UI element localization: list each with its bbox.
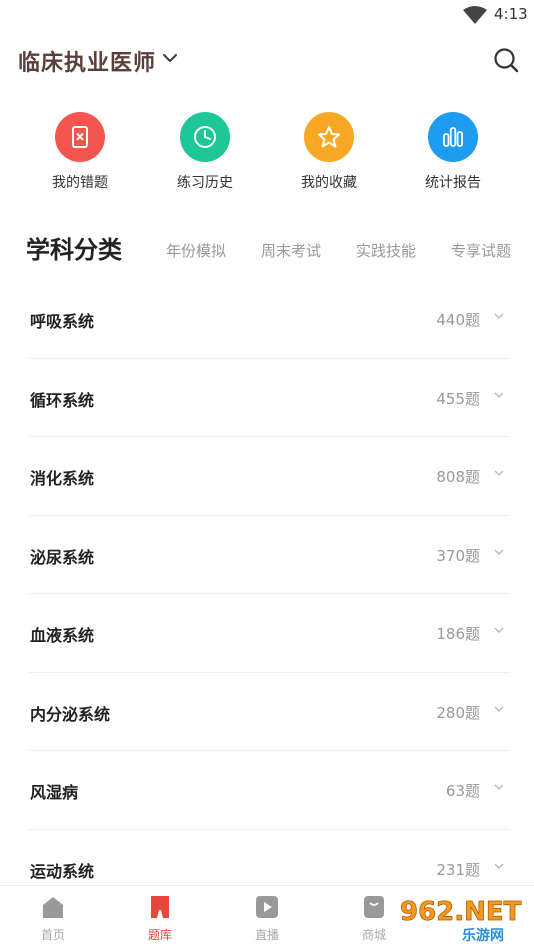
status-bar: 4:13 (0, 0, 534, 30)
shortcut-statistics[interactable]: 统计报告 (398, 112, 508, 198)
live-icon (256, 896, 278, 918)
question-count: 231题 (436, 860, 480, 879)
subject-name: 消化系统 (30, 469, 95, 488)
list-item[interactable]: 内分泌系统 280题 (28, 673, 510, 751)
tabbar-home[interactable]: 首页 (23, 894, 83, 943)
question-count: 280题 (436, 703, 480, 722)
question-count: 186题 (436, 625, 480, 643)
list-item[interactable]: 血液系统 186题 (28, 594, 510, 673)
exam-type-title[interactable]: 临床执业医师 (18, 45, 156, 77)
chevron-down-icon (494, 313, 504, 319)
shortcut-row: 我的错题 练习历史 我的收藏 统计报告 (0, 112, 534, 202)
question-count: 455题 (436, 389, 480, 408)
shop-icon (364, 896, 384, 918)
tabbar-live[interactable]: 直播 (237, 894, 297, 943)
shortcut-label: 我的收藏 (301, 175, 357, 191)
tab-practical-skills[interactable]: 实践技能 (356, 240, 416, 261)
chevron-down-icon (494, 470, 504, 476)
shortcut-favorites[interactable]: 我的收藏 (274, 112, 384, 198)
shortcut-label: 练习历史 (177, 175, 233, 191)
question-count: 440题 (436, 311, 480, 329)
list-item[interactable]: 消化系统 808题 (28, 437, 510, 516)
question-count: 370题 (436, 546, 480, 565)
site-watermark: 962.NET 乐游网 (396, 892, 530, 944)
shortcut-label: 我的错题 (52, 175, 108, 191)
status-time: 4:13 (494, 5, 528, 23)
list-item[interactable]: 风湿病 63题 (28, 751, 510, 830)
subject-name: 泌尿系统 (30, 547, 95, 567)
tabbar-label: 直播 (254, 928, 279, 942)
tabbar-label: 商城 (361, 928, 386, 942)
tabbar-shop[interactable]: 商城 (344, 894, 404, 943)
header: 临床执业医师 (0, 34, 534, 84)
subject-name: 运动系统 (30, 861, 95, 881)
tabbar-label: 题库 (147, 928, 172, 942)
chevron-down-icon (494, 863, 504, 869)
subject-name: 循环系统 (30, 390, 95, 410)
list-item[interactable]: 循环系统 455题 (28, 359, 510, 437)
wrong-questions-icon (55, 112, 105, 162)
subject-name: 内分泌系统 (30, 704, 111, 724)
list-item[interactable]: 呼吸系统 440题 (28, 280, 510, 359)
tab-year-mock[interactable]: 年份模拟 (166, 240, 226, 261)
chevron-down-icon (494, 784, 504, 790)
svg-text:乐游网: 乐游网 (462, 927, 504, 944)
subject-name: 风湿病 (30, 783, 79, 802)
chevron-down-icon (494, 392, 504, 398)
shortcut-label: 统计报告 (425, 175, 481, 191)
category-tabs: 学科分类 年份模拟 周末考试 实践技能 专享试题 (0, 226, 534, 270)
subject-name: 呼吸系统 (30, 312, 95, 331)
question-count: 808题 (436, 468, 480, 486)
wifi-icon (463, 6, 487, 24)
tabbar-label: 首页 (40, 928, 65, 942)
tab-exclusive-questions[interactable]: 专享试题 (451, 240, 511, 261)
search-icon[interactable] (492, 46, 520, 74)
question-count: 63题 (445, 782, 480, 800)
chevron-down-icon (494, 627, 504, 633)
tab-weekend-exam[interactable]: 周末考试 (261, 240, 321, 261)
list-item[interactable]: 泌尿系统 370题 (28, 516, 510, 594)
svg-text:962.NET: 962.NET (400, 897, 522, 927)
tabbar-question-bank[interactable]: 题库 (130, 894, 190, 943)
bar-chart-icon (428, 112, 478, 162)
shortcut-wrong-questions[interactable]: 我的错题 (25, 112, 135, 198)
subject-name: 血液系统 (30, 626, 95, 645)
chevron-down-icon (494, 549, 504, 555)
subject-list: 呼吸系统 440题 循环系统 455题 消化系统 808题 泌尿系统 370题 … (28, 280, 510, 908)
home-icon (43, 897, 63, 918)
chevron-down-icon[interactable] (160, 50, 180, 66)
clock-icon (180, 112, 230, 162)
chevron-down-icon (494, 706, 504, 712)
tab-subject-category[interactable]: 学科分类 (26, 230, 122, 265)
shortcut-practice-history[interactable]: 练习历史 (150, 112, 260, 198)
question-bank-icon (151, 896, 169, 918)
star-icon (304, 112, 354, 162)
